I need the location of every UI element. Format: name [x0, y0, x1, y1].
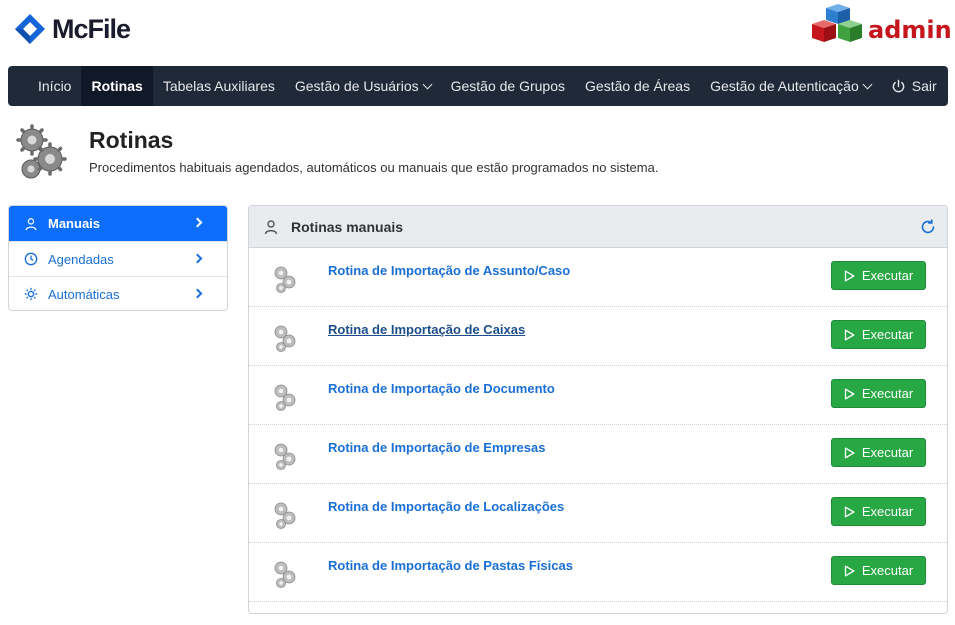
routine-link[interactable]: Rotina de Importação de Empresas — [328, 440, 545, 455]
gears-icon — [274, 502, 296, 529]
clock-icon — [24, 252, 38, 266]
logout-label: Sair — [911, 78, 937, 94]
execute-button[interactable]: Executar — [831, 379, 926, 408]
sidebar-item-label: Agendadas — [48, 251, 114, 267]
nav-label: Tabelas Auxiliares — [162, 78, 275, 94]
execute-button[interactable]: Executar — [831, 261, 926, 290]
chevron-right-icon — [192, 217, 203, 228]
page-subtitle: Procedimentos habituais agendados, autom… — [89, 160, 659, 175]
nav-item-inicio[interactable]: Início — [28, 66, 81, 106]
chevron-down-icon — [862, 79, 873, 89]
list-item: Rotina de Importação de Localizações Exec… — [249, 484, 947, 543]
execute-button-label: Executar — [861, 327, 914, 342]
execute-button[interactable]: Executar — [831, 320, 926, 349]
sidebar-item-automaticas[interactable]: Automáticas — [9, 276, 227, 310]
execute-button-label: Executar — [861, 445, 914, 460]
routine-link[interactable]: Rotina de Importação de Assunto/Caso — [328, 263, 570, 278]
routine-link[interactable]: Rotina de Importação de Pastas Físicas — [328, 558, 573, 573]
user-icon — [24, 217, 38, 231]
chevron-down-icon — [422, 79, 433, 89]
sidebar-item-manuais[interactable]: Manuais — [9, 206, 227, 241]
sidebar: Manuais Agendadas Automáticas — [8, 205, 228, 311]
logout-button[interactable]: Sair — [881, 66, 955, 106]
routines-panel: Rotinas manuais Rotina de Importação de … — [248, 205, 948, 614]
list-item: Rotina de Importação de Empresas Executar — [249, 425, 947, 484]
chevron-right-icon — [192, 253, 203, 264]
nav-item-gestao-autenticacao[interactable]: Gestão de Autenticação — [700, 66, 881, 106]
main-navbar: Início Rotinas Tabelas Auxiliares Gestão… — [8, 66, 948, 106]
gears-icon — [274, 384, 296, 411]
play-icon — [844, 506, 855, 517]
gears-icon — [16, 124, 67, 179]
sidebar-item-label: Manuais — [48, 216, 101, 231]
nav-item-gestao-usuarios[interactable]: Gestão de Usuários — [285, 66, 441, 106]
routine-link[interactable]: Rotina de Importação de Documento — [328, 381, 555, 396]
list-item: Rotina de Importação de Documento Executa… — [249, 366, 947, 425]
routine-link[interactable]: Rotina de Importação de Localizações — [328, 499, 564, 514]
gears-icon — [274, 325, 296, 352]
play-icon — [844, 388, 855, 399]
play-icon — [844, 270, 855, 281]
play-icon — [844, 329, 855, 340]
play-icon — [844, 447, 855, 458]
nav-item-gestao-grupos[interactable]: Gestão de Grupos — [441, 66, 575, 106]
nav-label: Rotinas — [91, 78, 143, 94]
nav-label: Gestão de Usuários — [294, 78, 419, 94]
nav-label: Gestão de Grupos — [450, 78, 566, 94]
list-item: Rotina de Importação de Caixas Executar — [249, 307, 947, 366]
gear-icon — [24, 287, 38, 301]
panel-header: Rotinas manuais — [249, 206, 947, 248]
refresh-icon[interactable] — [920, 218, 936, 235]
execute-button-label: Executar — [861, 268, 914, 283]
sidebar-item-agendadas[interactable]: Agendadas — [9, 241, 227, 276]
panel-title: Rotinas manuais — [291, 218, 404, 235]
nav-item-gestao-areas[interactable]: Gestão de Áreas — [575, 66, 700, 106]
routine-list: Rotina de Importação de Assunto/Caso Exec… — [249, 248, 947, 602]
execute-button[interactable]: Executar — [831, 438, 926, 467]
execute-button-label: Executar — [861, 563, 914, 578]
admin-label: admin — [868, 16, 952, 44]
list-item: Rotina de Importação de Pastas Físicas Ex… — [249, 543, 947, 602]
routine-link[interactable]: Rotina de Importação de Caixas — [328, 322, 525, 337]
nav-label: Gestão de Autenticação — [710, 78, 859, 94]
page-title: Rotinas — [89, 127, 174, 153]
gears-icon — [274, 266, 296, 293]
play-icon — [844, 565, 855, 576]
mcfile-logo-icon — [15, 14, 45, 44]
nav-item-tabelas-auxiliares[interactable]: Tabelas Auxiliares — [153, 66, 285, 106]
power-icon — [892, 79, 905, 92]
user-icon — [263, 219, 279, 235]
mcfile-logo[interactable]: McFile — [14, 12, 131, 46]
cubes-icon — [812, 4, 862, 42]
nav-item-rotinas[interactable]: Rotinas — [81, 66, 153, 106]
chevron-right-icon — [192, 288, 203, 299]
sidebar-item-label: Automáticas — [48, 286, 120, 302]
execute-button-label: Executar — [861, 386, 914, 401]
brand-name: McFile — [52, 13, 131, 44]
nav-label: Gestão de Áreas — [585, 78, 691, 94]
execute-button-label: Executar — [861, 504, 914, 519]
gears-icon — [274, 443, 296, 470]
admin-logo: admin — [808, 4, 952, 52]
list-item: Rotina de Importação de Assunto/Caso Exec… — [249, 248, 947, 307]
execute-button[interactable]: Executar — [831, 497, 926, 526]
execute-button[interactable]: Executar — [831, 556, 926, 585]
nav-label: Início — [38, 78, 72, 94]
gears-icon — [274, 561, 296, 588]
